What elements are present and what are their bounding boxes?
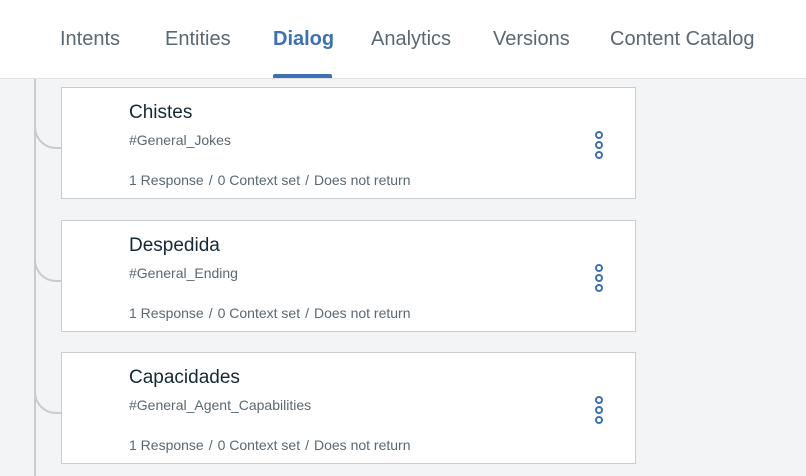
- node-returns: Does not return: [314, 172, 411, 188]
- node-summary: 1 Response/0 Context set / Does not return: [129, 172, 411, 188]
- node-title: Despedida: [129, 235, 220, 256]
- node-returns: Does not return: [314, 437, 411, 453]
- tree-connector: [34, 220, 62, 282]
- node-condition: #General_Agent_Capabilities: [129, 397, 312, 413]
- dialog-node-despedida[interactable]: Despedida #General_Ending 1 Response/0 C…: [61, 220, 636, 332]
- dialog-node-capacidades[interactable]: Capacidades #General_Agent_Capabilities …: [61, 352, 636, 464]
- active-tab-indicator: [273, 74, 332, 78]
- tree-connector: [34, 352, 62, 414]
- node-responses: 1 Response: [129, 172, 204, 188]
- more-vertical-icon[interactable]: [590, 263, 608, 297]
- node-condition: #General_Ending: [129, 265, 238, 281]
- node-summary: 1 Response/0 Context set / Does not return: [129, 305, 411, 321]
- tab-analytics[interactable]: Analytics: [371, 26, 451, 52]
- tab-dialog[interactable]: Dialog: [273, 26, 334, 52]
- dialog-node-chistes[interactable]: Chistes #General_Jokes 1 Response/0 Cont…: [61, 87, 636, 199]
- node-condition: #General_Jokes: [129, 132, 231, 148]
- separator: /: [305, 172, 309, 188]
- separator: /: [208, 437, 213, 453]
- separator: /: [305, 437, 309, 453]
- tab-versions[interactable]: Versions: [493, 26, 570, 52]
- separator: /: [208, 305, 213, 321]
- tree-connector: [34, 87, 62, 149]
- node-context: 0 Context set: [217, 305, 301, 321]
- top-navigation: Intents Entities Dialog Analytics Versio…: [0, 0, 806, 79]
- tab-content-catalog[interactable]: Content Catalog: [610, 26, 755, 52]
- tab-intents[interactable]: Intents: [60, 26, 120, 52]
- tab-entities[interactable]: Entities: [165, 26, 231, 52]
- node-responses: 1 Response: [129, 437, 204, 453]
- node-title: Capacidades: [129, 367, 240, 388]
- more-vertical-icon[interactable]: [590, 130, 608, 164]
- node-context: 0 Context set: [217, 172, 301, 188]
- separator: /: [305, 305, 309, 321]
- node-responses: 1 Response: [129, 305, 204, 321]
- node-summary: 1 Response/0 Context set / Does not return: [129, 437, 411, 453]
- node-title: Chistes: [129, 102, 193, 123]
- node-returns: Does not return: [314, 305, 411, 321]
- node-context: 0 Context set: [217, 437, 301, 453]
- dialog-tree-line: [34, 79, 36, 476]
- more-vertical-icon[interactable]: [590, 395, 608, 429]
- separator: /: [208, 172, 213, 188]
